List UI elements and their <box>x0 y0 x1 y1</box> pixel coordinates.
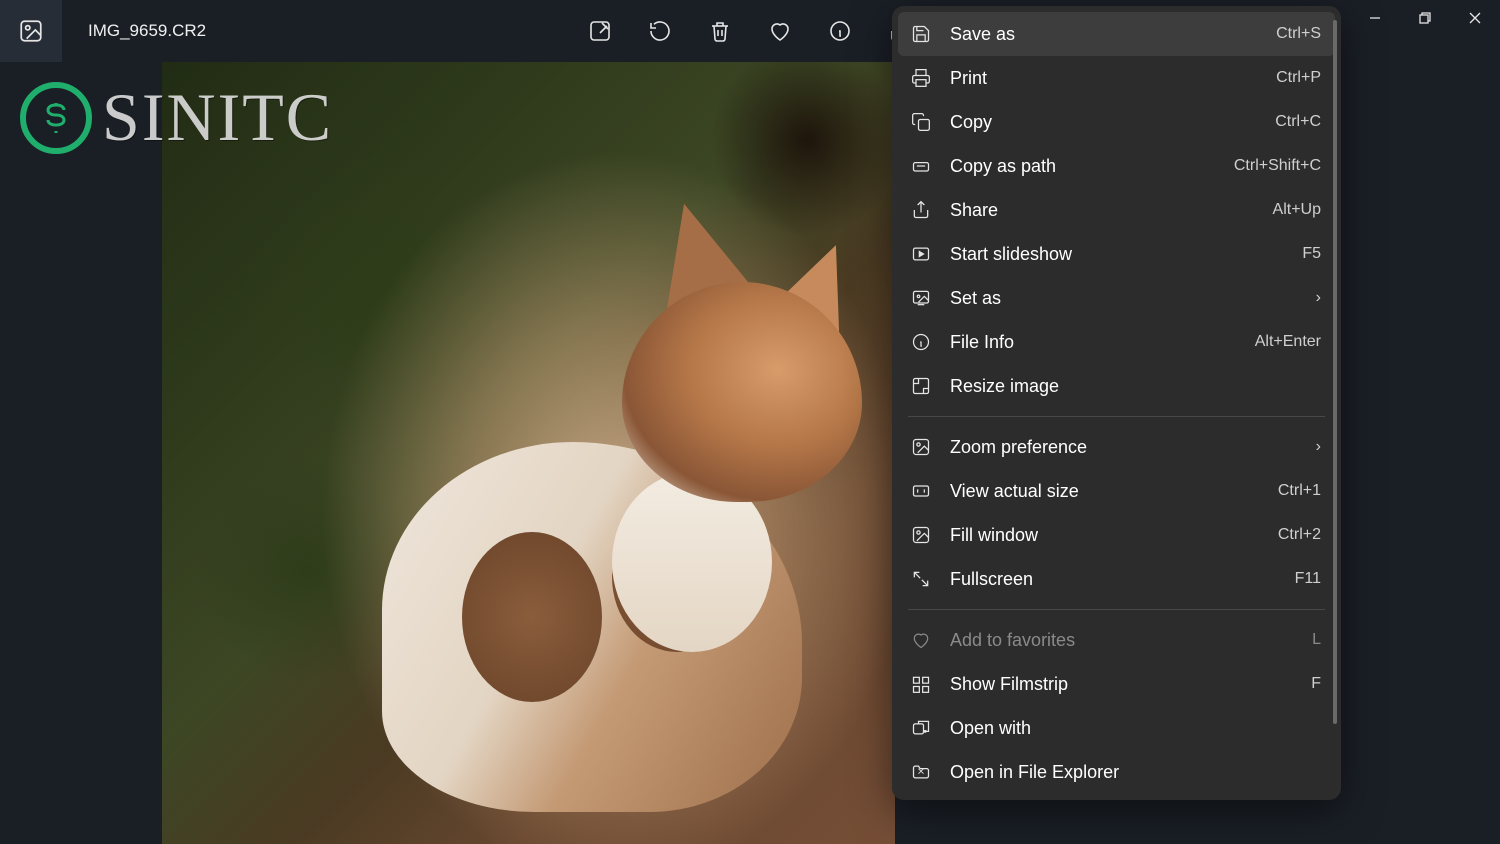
file-name: IMG_9659.CR2 <box>88 21 206 41</box>
menu-item-label: View actual size <box>950 481 1278 502</box>
menu-item-shortcut: Alt+Up <box>1273 201 1321 219</box>
menu-item-fill[interactable]: Fill windowCtrl+2 <box>898 513 1335 557</box>
menu-item-label: Start slideshow <box>950 244 1302 265</box>
menu-item-label: Add to favorites <box>950 630 1312 651</box>
watermark-logo-icon <box>20 82 92 154</box>
app-icon[interactable] <box>0 0 62 62</box>
menu-item-heart[interactable]: Add to favoritesL <box>898 618 1335 662</box>
copy-path-icon <box>910 155 932 177</box>
filmstrip-icon <box>910 673 932 695</box>
menu-scrollbar[interactable] <box>1333 20 1337 724</box>
image-viewport[interactable] <box>162 62 895 844</box>
menu-item-shortcut: F5 <box>1302 245 1321 263</box>
menu-divider <box>908 609 1325 610</box>
menu-item-label: Copy as path <box>950 156 1234 177</box>
menu-item-shortcut: F11 <box>1295 570 1321 588</box>
menu-item-label: Open with <box>950 718 1321 739</box>
fill-icon <box>910 524 932 546</box>
chevron-right-icon: › <box>1316 289 1321 307</box>
delete-button[interactable] <box>708 19 732 43</box>
menu-item-shortcut: Ctrl+Shift+C <box>1234 157 1321 175</box>
menu-item-slideshow[interactable]: Start slideshowF5 <box>898 232 1335 276</box>
menu-item-copy[interactable]: CopyCtrl+C <box>898 100 1335 144</box>
menu-item-shortcut: Ctrl+S <box>1276 25 1321 43</box>
favorite-button[interactable] <box>768 19 792 43</box>
menu-item-label: Fullscreen <box>950 569 1295 590</box>
watermark: SINITC <box>20 78 333 157</box>
open-with-icon <box>910 717 932 739</box>
chevron-right-icon: › <box>1316 438 1321 456</box>
edit-image-button[interactable] <box>588 19 612 43</box>
menu-item-info[interactable]: File InfoAlt+Enter <box>898 320 1335 364</box>
window-controls <box>1350 0 1500 36</box>
menu-item-print[interactable]: PrintCtrl+P <box>898 56 1335 100</box>
minimize-button[interactable] <box>1350 0 1400 36</box>
menu-divider <box>908 416 1325 417</box>
menu-item-save[interactable]: Save asCtrl+S <box>898 12 1335 56</box>
photo-content <box>352 182 872 822</box>
slideshow-icon <box>910 243 932 265</box>
menu-item-label: Show Filmstrip <box>950 674 1311 695</box>
menu-item-share[interactable]: ShareAlt+Up <box>898 188 1335 232</box>
save-icon <box>910 23 932 45</box>
menu-item-label: Zoom preference <box>950 437 1316 458</box>
share-icon <box>910 199 932 221</box>
menu-item-resize[interactable]: Resize image <box>898 364 1335 408</box>
menu-item-label: Set as <box>950 288 1316 309</box>
menu-item-filmstrip[interactable]: Show FilmstripF <box>898 662 1335 706</box>
rotate-button[interactable] <box>648 19 672 43</box>
folder-icon <box>910 761 932 783</box>
print-icon <box>910 67 932 89</box>
menu-item-shortcut: Ctrl+1 <box>1278 482 1321 500</box>
menu-item-shortcut: Ctrl+C <box>1275 113 1321 131</box>
info-button[interactable] <box>828 19 852 43</box>
menu-item-label: Open in File Explorer <box>950 762 1321 783</box>
menu-item-label: Print <box>950 68 1276 89</box>
menu-item-label: Copy <box>950 112 1275 133</box>
info-icon <box>910 331 932 353</box>
resize-icon <box>910 375 932 397</box>
set-as-icon <box>910 287 932 309</box>
context-menu: Save asCtrl+SPrintCtrl+PCopyCtrl+CCopy a… <box>892 6 1341 800</box>
menu-item-shortcut: Ctrl+2 <box>1278 526 1321 544</box>
actual-icon <box>910 480 932 502</box>
menu-item-shortcut: Alt+Enter <box>1255 333 1321 351</box>
menu-item-label: File Info <box>950 332 1255 353</box>
heart-icon <box>910 629 932 651</box>
menu-item-shortcut: L <box>1312 631 1321 649</box>
watermark-text: SINITC <box>102 78 333 157</box>
menu-item-copy-path[interactable]: Copy as pathCtrl+Shift+C <box>898 144 1335 188</box>
menu-item-open-with[interactable]: Open with <box>898 706 1335 750</box>
menu-item-label: Fill window <box>950 525 1278 546</box>
menu-item-folder[interactable]: Open in File Explorer <box>898 750 1335 794</box>
maximize-button[interactable] <box>1400 0 1450 36</box>
menu-item-shortcut: Ctrl+P <box>1276 69 1321 87</box>
zoom-icon <box>910 436 932 458</box>
menu-item-zoom[interactable]: Zoom preference› <box>898 425 1335 469</box>
menu-item-actual[interactable]: View actual sizeCtrl+1 <box>898 469 1335 513</box>
menu-item-shortcut: F <box>1311 675 1321 693</box>
fullscreen-icon <box>910 568 932 590</box>
menu-item-set-as[interactable]: Set as› <box>898 276 1335 320</box>
toolbar <box>588 19 912 43</box>
menu-item-label: Save as <box>950 24 1276 45</box>
copy-icon <box>910 111 932 133</box>
close-button[interactable] <box>1450 0 1500 36</box>
menu-item-label: Resize image <box>950 376 1321 397</box>
menu-item-label: Share <box>950 200 1273 221</box>
menu-item-fullscreen[interactable]: FullscreenF11 <box>898 557 1335 601</box>
